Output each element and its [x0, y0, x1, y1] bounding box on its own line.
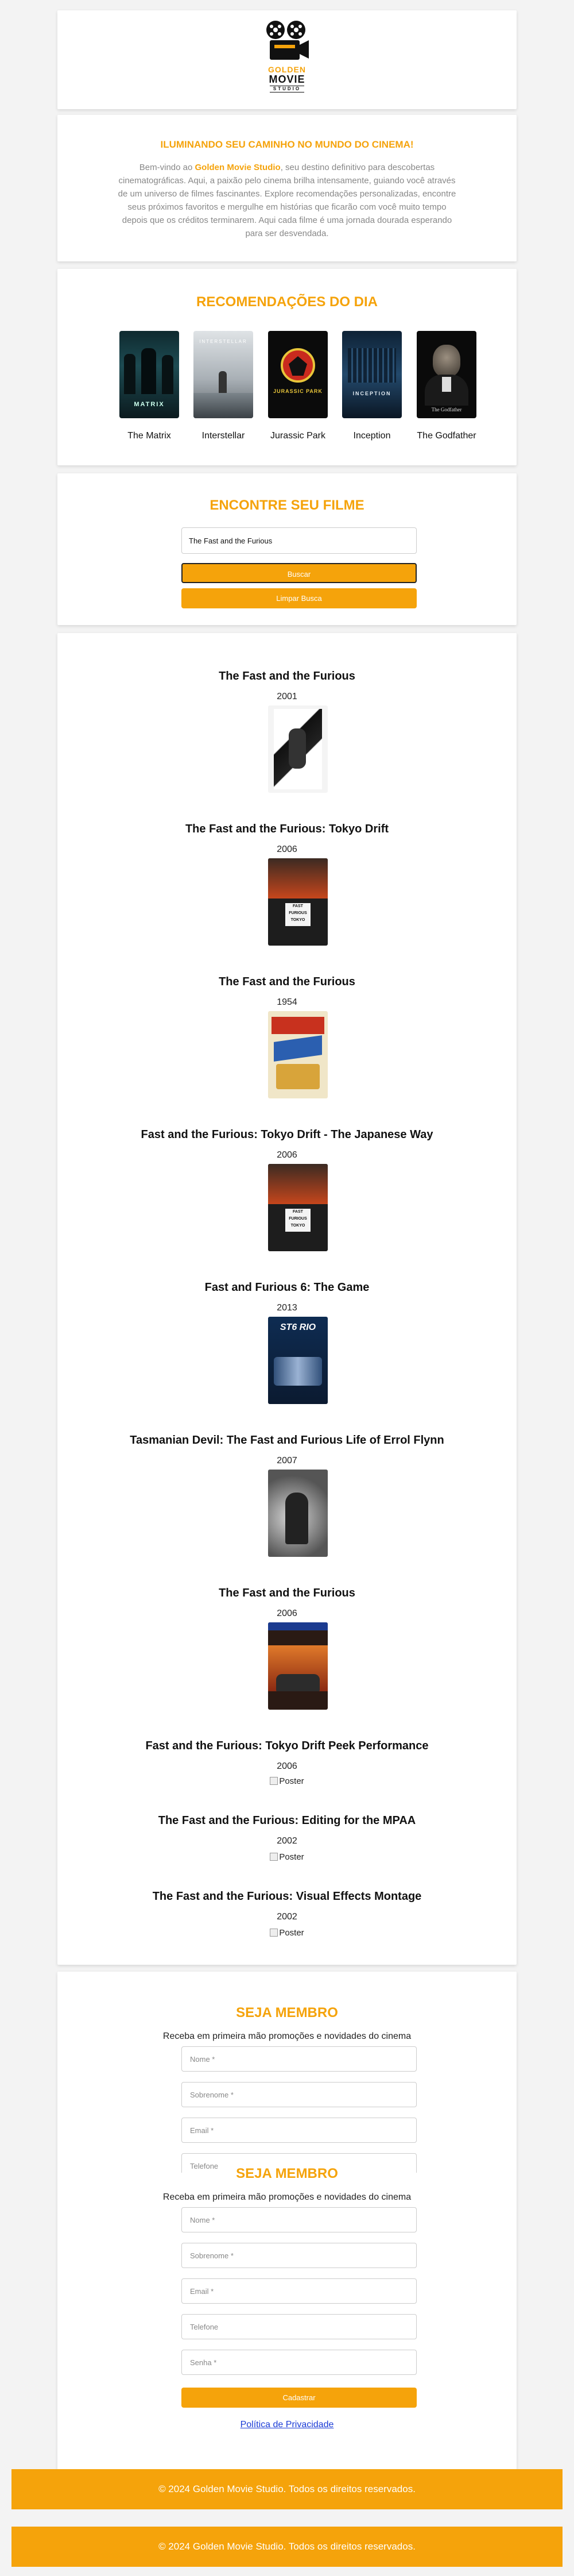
result-title: The Fast and the Furious: Visual Effects…: [152, 1890, 422, 1903]
broken-image-alt: Poster: [279, 1776, 304, 1786]
membership-section: SEJA MEMBRO Receba em primeira mão promo…: [57, 1972, 517, 2471]
recommendation-label: Interstellar: [201, 431, 245, 441]
membership-form-clipped: SEJA MEMBRO Receba em primeira mão promo…: [57, 1972, 517, 2173]
brand-logo[interactable]: GOLDEN MOVIE STUDIO: [264, 20, 310, 100]
broken-image-alt: Poster: [279, 1928, 304, 1938]
result-title: The Fast and the Furious: Tokyo Drift: [185, 823, 389, 835]
poster-title: INCEPTION: [352, 391, 391, 396]
result-year: 2013: [277, 1303, 297, 1313]
broken-image-icon: [270, 1853, 278, 1861]
result-poster[interactable]: ST6 RIO: [268, 1317, 328, 1404]
recommendation-label: The Godfather: [417, 431, 476, 441]
result-title: The Fast and the Furious: [219, 670, 355, 682]
film-camera-icon: [266, 21, 309, 60]
result-title: Tasmanian Devil: The Fast and Furious Li…: [130, 1434, 444, 1447]
surname-field[interactable]: Sobrenome *: [181, 2243, 417, 2268]
email-field[interactable]: Email *: [181, 2278, 417, 2304]
search-input[interactable]: [181, 527, 417, 554]
result-year: 2006: [277, 1150, 297, 1160]
search-button[interactable]: Buscar: [181, 563, 417, 583]
result-year: 2001: [277, 692, 297, 701]
welcome-title: ILUMINANDO SEU CAMINHO NO MUNDO DO CINEM…: [160, 139, 414, 150]
recommendations-title: RECOMENDAÇÕES DO DIA: [196, 294, 378, 310]
result-poster[interactable]: FAST FURIOUS TOKYO: [268, 858, 328, 946]
logo-line-studio: STUDIO: [270, 86, 304, 92]
result-year: 2006: [277, 844, 297, 854]
result-poster[interactable]: [268, 1622, 328, 1710]
name-field[interactable]: Nome *: [181, 2046, 417, 2072]
result-title: Fast and the Furious: Tokyo Drift Peek P…: [145, 1740, 429, 1752]
search-section: ENCONTRE SEU FILME Buscar Limpar Busca: [57, 473, 517, 625]
result-year: 1954: [277, 997, 297, 1007]
phone-field[interactable]: Telefone: [181, 2314, 417, 2339]
name-field[interactable]: Nome *: [181, 2207, 417, 2232]
result-title: The Fast and the Furious: [219, 975, 355, 988]
poster-title: MATRIX: [134, 401, 165, 408]
membership-subtitle: Receba em primeira mão promoções e novid…: [162, 2031, 412, 2041]
membership-subtitle: Receba em primeira mão promoções e novid…: [162, 2192, 412, 2202]
privacy-policy-link[interactable]: Política de Privacidade: [57, 2420, 517, 2430]
header-logo-card: GOLDEN MOVIE STUDIO: [57, 10, 517, 109]
poster-title: JURASSIC PARK: [273, 388, 323, 394]
result-poster[interactable]: [268, 1470, 328, 1557]
register-button[interactable]: Cadastrar: [181, 2388, 417, 2408]
broken-image-icon: [270, 1929, 278, 1937]
broken-poster-image[interactable]: Poster: [57, 1776, 517, 1786]
footer-duplicate: © 2024 Golden Movie Studio. Todos os dir…: [11, 2527, 563, 2567]
email-field[interactable]: Email *: [181, 2118, 417, 2143]
result-title: Fast and Furious 6: The Game: [204, 1281, 370, 1294]
recommendation-poster[interactable]: INTERSTELLAR: [193, 331, 253, 418]
poster-title: INTERSTELLAR: [199, 339, 247, 344]
result-title: Fast and the Furious: Tokyo Drift - The …: [141, 1128, 433, 1141]
logo-line-movie: MOVIE: [269, 74, 305, 85]
result-year: 2007: [277, 1456, 297, 1466]
recommendation-label: The Matrix: [127, 431, 171, 441]
surname-field[interactable]: Sobrenome *: [181, 2082, 417, 2107]
result-title: The Fast and the Furious: [219, 1587, 355, 1599]
broken-image-alt: Poster: [279, 1852, 304, 1862]
recommendation-poster[interactable]: The Godfather: [417, 331, 476, 418]
search-title: ENCONTRE SEU FILME: [210, 498, 364, 513]
password-field[interactable]: Senha *: [181, 2350, 417, 2375]
recommendation-label: Jurassic Park: [270, 431, 326, 441]
recommendation-poster[interactable]: MATRIX: [119, 331, 179, 418]
recommendation-label: Inception: [353, 431, 391, 441]
logo-line-golden: GOLDEN: [268, 65, 306, 74]
result-year: 2002: [277, 1912, 297, 1922]
recommendation-item-jurassic-park[interactable]: JURASSIC PARK Jurassic Park: [268, 331, 328, 441]
result-poster[interactable]: FAST FURIOUS TOKYO: [268, 1164, 328, 1251]
result-year: 2006: [277, 1761, 297, 1771]
clear-search-button[interactable]: Limpar Busca: [181, 588, 417, 608]
poster-title: The Godfather: [431, 407, 462, 412]
welcome-section: ILUMINANDO SEU CAMINHO NO MUNDO DO CINEM…: [57, 115, 517, 261]
membership-title: SEJA MEMBRO: [236, 2166, 338, 2181]
search-results-section: The Fast and the Furious 2001 The Fast a…: [57, 633, 517, 1965]
recommendation-item-godfather[interactable]: The Godfather The Godfather: [417, 331, 476, 441]
broken-poster-image[interactable]: Poster: [57, 1852, 517, 1862]
welcome-text-body: , seu destino definitivo para descoberta…: [118, 163, 456, 238]
broken-image-icon: [270, 1777, 278, 1785]
welcome-brand-name: Golden Movie Studio: [195, 163, 281, 172]
result-year: 2002: [277, 1836, 297, 1846]
recommendation-item-interstellar[interactable]: INTERSTELLAR Interstellar: [193, 331, 253, 441]
recommendations-section: RECOMENDAÇÕES DO DIA MATRIX The Matrix I…: [57, 269, 517, 465]
recommendation-poster[interactable]: INCEPTION: [342, 331, 402, 418]
welcome-text: Bem-vindo ao Golden Movie Studio, seu de…: [115, 161, 459, 240]
result-title: The Fast and the Furious: Editing for th…: [158, 1814, 416, 1827]
footer: © 2024 Golden Movie Studio. Todos os dir…: [11, 2469, 563, 2509]
membership-title: SEJA MEMBRO: [236, 2005, 338, 2020]
result-poster[interactable]: [268, 705, 328, 793]
welcome-text-intro: Bem-vindo ao: [139, 163, 195, 172]
recommendation-item-matrix[interactable]: MATRIX The Matrix: [119, 331, 179, 441]
recommendation-poster[interactable]: JURASSIC PARK: [268, 331, 328, 418]
broken-poster-image[interactable]: Poster: [57, 1928, 517, 1938]
result-poster[interactable]: [268, 1011, 328, 1098]
result-year: 2006: [277, 1609, 297, 1618]
recommendation-item-inception[interactable]: INCEPTION Inception: [342, 331, 402, 441]
